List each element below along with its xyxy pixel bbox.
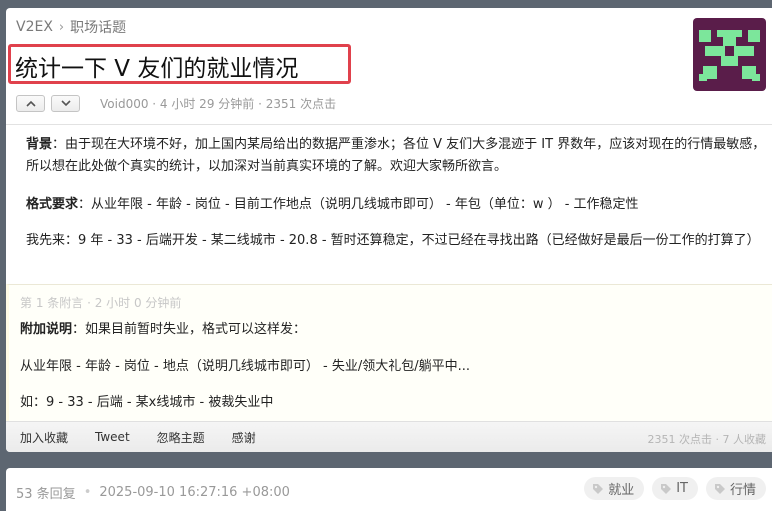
- tag-label: IT: [676, 481, 688, 496]
- tag-icon: [661, 483, 672, 494]
- ignore-topic-link[interactable]: 忽略主题: [157, 429, 205, 446]
- background-text: ：由于现在大环境不好，加上国内某局给出的数据严重渗水；各位 V 友们大多混迹于 …: [26, 137, 766, 174]
- chevron-down-icon: [60, 100, 71, 107]
- replies-summary: 53 条回复 • 2025-09-10 16:27:16 +08:00: [16, 483, 290, 502]
- topic-footer: 加入收藏 Tweet 忽略主题 感谢 2351 次点击 · 7 人收藏: [6, 421, 772, 452]
- content-paragraph-background: 背景：由于现在大环境不好，加上国内某局给出的数据严重渗水；各位 V 友们大多混迹…: [16, 134, 772, 178]
- tag-employment[interactable]: 就业: [584, 477, 645, 500]
- topic-header: V2EX › 职场话题 统计一下 V 友们的就业情况 Void000 · 4 小…: [6, 8, 772, 125]
- replies-timestamp: 2025-09-10 16:27:16 +08:00: [99, 485, 290, 500]
- breadcrumb-node-link[interactable]: 职场话题: [70, 17, 126, 37]
- breadcrumb: V2EX › 职场话题: [16, 17, 126, 37]
- identicon-icon: [699, 30, 760, 81]
- tweet-link[interactable]: Tweet: [95, 430, 130, 444]
- format-label: 格式要求: [26, 197, 79, 212]
- page-title: 统计一下 V 友们的就业情况: [15, 56, 299, 82]
- avatar[interactable]: [693, 18, 766, 91]
- replies-separator: •: [83, 485, 92, 500]
- format-text: ：从业年限 - 年龄 - 岗位 - 目前工作地点（说明几线城市即可） - 年包（…: [78, 197, 639, 212]
- chevron-up-icon: [25, 100, 36, 107]
- supplement-paragraph-note: 附加说明：如果目前暂时失业，格式可以这样发：: [20, 318, 306, 337]
- tag-list: 就业 IT 行情: [584, 477, 766, 500]
- tag-it[interactable]: IT: [652, 477, 698, 500]
- page: V2EX › 职场话题 统计一下 V 友们的就业情况 Void000 · 4 小…: [0, 0, 772, 511]
- tag-label: 行情: [729, 483, 756, 498]
- tag-label: 就业: [608, 483, 635, 498]
- tag-icon: [714, 483, 725, 494]
- replies-card: 53 条回复 • 2025-09-10 16:27:16 +08:00 就业 I…: [6, 468, 772, 511]
- supplement-paragraph-example: 如：9 - 33 - 后端 - 某x线城市 - 被裁失业中: [20, 395, 274, 410]
- background-label: 背景: [26, 137, 53, 152]
- favorite-link[interactable]: 加入收藏: [20, 429, 68, 446]
- topic-meta: Void000 · 4 小时 29 分钟前 · 2351 次点击: [100, 97, 337, 111]
- breadcrumb-site-link[interactable]: V2EX: [16, 19, 53, 35]
- topic-stats: 2351 次点击 · 7 人收藏: [647, 433, 766, 446]
- downvote-button[interactable]: [51, 95, 80, 112]
- content-paragraph-format: 格式要求：从业年限 - 年龄 - 岗位 - 目前工作地点（说明几线城市即可） -…: [16, 194, 772, 216]
- content-paragraph-example: 我先来：9 年 - 33 - 后端开发 - 某二线城市 - 20.8 - 暂时还…: [16, 230, 772, 252]
- supplement-note-label: 附加说明: [20, 322, 73, 337]
- topic-card: V2EX › 职场话题 统计一下 V 友们的就业情况 Void000 · 4 小…: [6, 8, 772, 452]
- supplement-paragraph-format: 从业年限 - 年龄 - 岗位 - 地点（说明几线城市即可） - 失业/领大礼包/…: [20, 359, 470, 374]
- reply-count: 53 条回复: [16, 487, 76, 502]
- vote-row: Void000 · 4 小时 29 分钟前 · 2351 次点击: [16, 95, 336, 112]
- breadcrumb-separator: ›: [58, 19, 65, 35]
- supplement-note-text: ：如果目前暂时失业，格式可以这样发：: [72, 322, 307, 337]
- thank-link[interactable]: 感谢: [232, 429, 256, 446]
- supplement-header: 第 1 条附言 · 2 小时 0 分钟前: [20, 296, 182, 310]
- upvote-button[interactable]: [16, 95, 45, 112]
- tag-market[interactable]: 行情: [705, 477, 766, 500]
- tag-icon: [593, 483, 604, 494]
- supplement-box: 第 1 条附言 · 2 小时 0 分钟前 附加说明：如果目前暂时失业，格式可以这…: [6, 284, 772, 421]
- example-text: 我先来：9 年 - 33 - 后端开发 - 某二线城市 - 20.8 - 暂时还…: [26, 233, 760, 248]
